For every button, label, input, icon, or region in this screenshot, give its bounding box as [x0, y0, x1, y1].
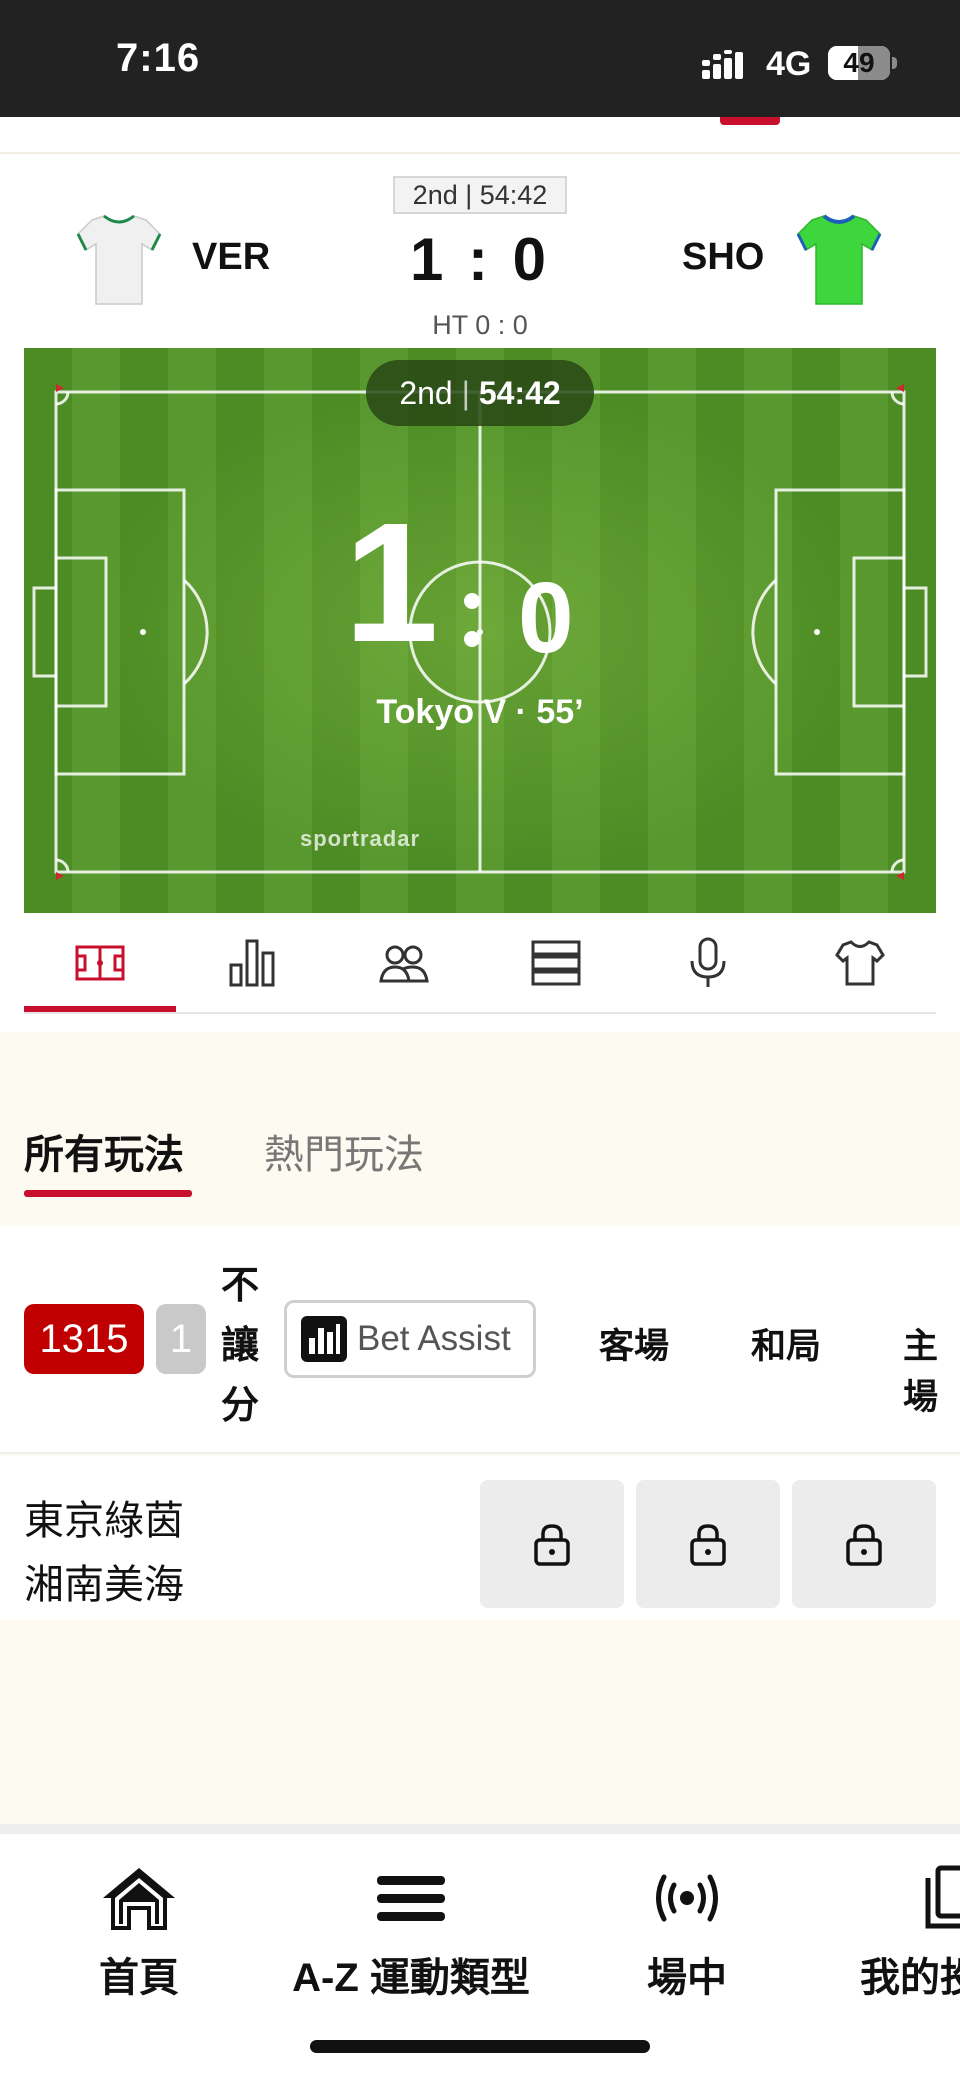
- lock-icon: [534, 1524, 570, 1566]
- lineup-icon: [379, 945, 429, 983]
- microphone-icon: [690, 937, 726, 987]
- bet-assist-label: Bet Assist: [357, 1319, 511, 1358]
- live-broadcast-icon: [656, 1874, 718, 1922]
- no-handicap-char: 不: [220, 1265, 259, 1307]
- tabs-divider: [24, 1012, 936, 1014]
- period-clock: 2nd | 54:42: [393, 176, 567, 214]
- bet-assist-icon: [301, 1316, 347, 1362]
- tab-pitch[interactable]: [24, 913, 176, 1013]
- pitch-away-score: 0: [518, 562, 574, 674]
- nav-sports-az-label: A-Z 運動類型: [292, 1956, 530, 2000]
- half-time-score: HT 0 : 0: [432, 310, 528, 340]
- no-handicap-char: 分: [220, 1385, 259, 1427]
- home-team-name: 東京綠茵: [24, 1499, 184, 1543]
- active-tab-indicator: [24, 1006, 176, 1012]
- away-team-code: SHO: [682, 236, 765, 278]
- nav-my-bets[interactable]: 我的投: [860, 1864, 960, 2003]
- nav-my-bets-label: 我的投: [860, 1956, 960, 2000]
- secondary-count-badge[interactable]: 1: [156, 1304, 206, 1374]
- lock-icon: [690, 1524, 726, 1566]
- pitch-score-separator: [464, 593, 480, 669]
- pitch-period: 2nd: [399, 375, 453, 411]
- tab-jersey[interactable]: [784, 913, 936, 1013]
- home-team-code: VER: [192, 236, 271, 278]
- pitch-icon: [75, 945, 125, 981]
- lock-icon: [846, 1524, 882, 1566]
- away-jersey-icon: [796, 214, 882, 305]
- active-page-indicator: [720, 117, 780, 125]
- nav-sports-az[interactable]: A-Z 運動類型: [286, 1864, 536, 2003]
- market-tab-indicator: [24, 1190, 192, 1197]
- jersey-icon: [835, 940, 885, 986]
- market-count-badge[interactable]: 1315: [24, 1304, 144, 1374]
- divider: [0, 152, 960, 154]
- odds-cell-away[interactable]: [480, 1480, 624, 1608]
- market-filter-row: 1315 1 不 讓 分 Bet Assist 客場 和局 主場: [0, 1226, 960, 1454]
- tab-hot-markets[interactable]: 熱門玩法: [264, 1122, 424, 1180]
- pitch-clock-time: 54:42: [478, 375, 561, 411]
- no-handicap-char: 讓: [220, 1325, 259, 1367]
- column-home: 主場: [903, 1327, 939, 1417]
- nav-live[interactable]: 場中: [632, 1864, 742, 2003]
- visualization-tabs: [24, 913, 936, 1015]
- away-team-name: 湘南美海: [24, 1563, 184, 1607]
- signal-icon: [702, 50, 743, 79]
- home-icon: [103, 1868, 175, 1930]
- bottom-nav-divider: [0, 1824, 960, 1834]
- column-draw: 和局: [751, 1327, 822, 1366]
- home-jersey-icon: [76, 214, 162, 305]
- nav-home[interactable]: 首頁: [84, 1864, 194, 2003]
- no-handicap-label[interactable]: 不 讓 分: [218, 1256, 262, 1436]
- list-icon: [531, 940, 581, 986]
- nav-home-label: 首頁: [99, 1956, 179, 2000]
- battery-level: 49: [843, 47, 875, 78]
- battery-icon: 49: [828, 46, 890, 80]
- odds-cell-draw[interactable]: [636, 1480, 780, 1608]
- tab-commentary[interactable]: [632, 913, 784, 1013]
- menu-icon: [377, 1876, 445, 1921]
- network-type: 4G: [766, 45, 812, 83]
- odds-cell-home[interactable]: [792, 1480, 936, 1608]
- bet-assist-button[interactable]: Bet Assist: [284, 1300, 536, 1378]
- home-indicator: [310, 2040, 650, 2053]
- sportradar-logo: sportradar: [300, 826, 421, 851]
- pitch-home-score: 1: [344, 488, 439, 678]
- status-time: 7:16: [116, 36, 201, 80]
- pitch-visualization: 2nd | 54:42 1 0 Tokyo V · 55’ sportradar: [24, 348, 936, 913]
- battery-nub: [892, 57, 897, 69]
- tab-stats[interactable]: [176, 913, 328, 1013]
- tab-all-markets[interactable]: 所有玩法: [24, 1122, 184, 1180]
- nav-live-label: 場中: [647, 1956, 727, 2000]
- column-away: 客場: [599, 1327, 670, 1366]
- match-score: 1 : 0: [409, 226, 551, 293]
- tab-lineup[interactable]: [328, 913, 480, 1013]
- pitch-event: Tokyo V · 55’: [376, 693, 584, 731]
- stats-bar-icon: [229, 939, 275, 987]
- match-row[interactable]: 東京綠茵 湘南美海: [0, 1456, 960, 1620]
- tab-list[interactable]: [480, 913, 632, 1013]
- pitch-lines: [32, 384, 928, 880]
- bet-slip-icon: [925, 1865, 960, 1929]
- status-bar: 7:16 4G 49: [0, 0, 960, 117]
- pitch-clock: 2nd | 54:42: [366, 360, 594, 426]
